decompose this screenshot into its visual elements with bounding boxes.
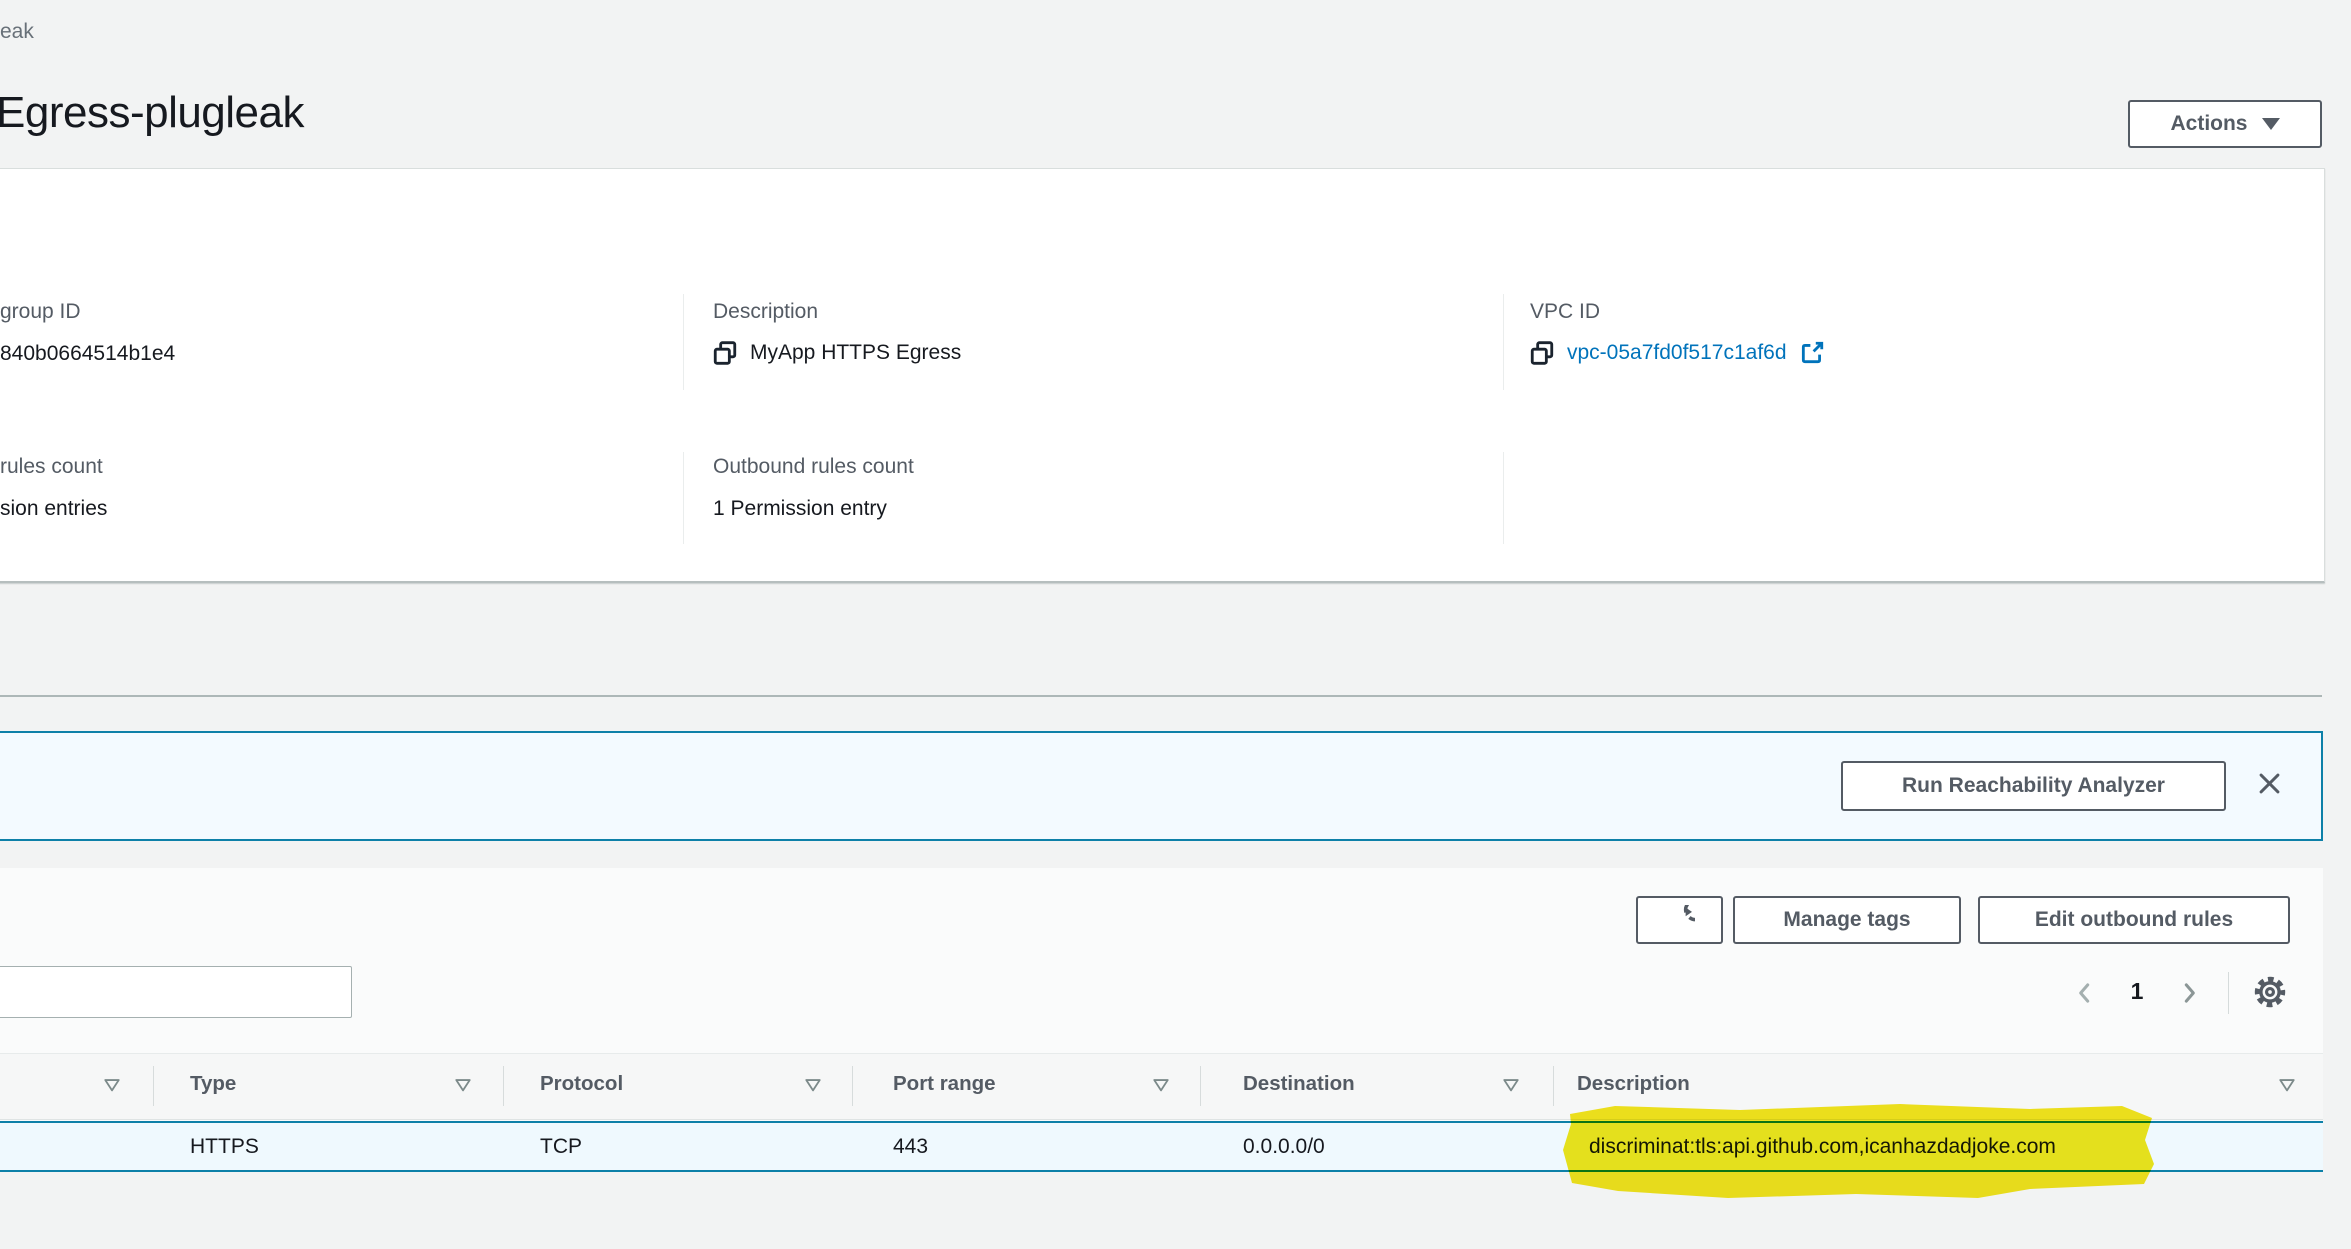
- manage-tags-button[interactable]: Manage tags: [1733, 896, 1961, 944]
- filter-icon[interactable]: [103, 1077, 121, 1093]
- cell-protocol: TCP: [540, 1135, 582, 1158]
- cell-destination: 0.0.0.0/0: [1243, 1135, 1325, 1158]
- divider: [683, 294, 684, 390]
- breadcrumb: eak: [0, 20, 34, 43]
- column-header-description[interactable]: Description: [1577, 1072, 1690, 1096]
- security-group-id-label: group ID: [0, 300, 81, 323]
- gear-icon[interactable]: [2254, 976, 2286, 1008]
- filter-icon[interactable]: [1502, 1077, 1520, 1093]
- actions-button[interactable]: Actions: [2128, 100, 2322, 148]
- divider: [1503, 452, 1504, 544]
- divider: [2228, 972, 2229, 1014]
- run-reachability-analyzer-button[interactable]: Run Reachability Analyzer: [1841, 761, 2226, 811]
- edit-outbound-rules-label: Edit outbound rules: [2034, 908, 2234, 931]
- cell-port-range: 443: [893, 1135, 929, 1158]
- description-label: Description: [713, 300, 819, 323]
- tabs-divider: [0, 695, 2322, 697]
- vpc-id-label: VPC ID: [1530, 300, 1601, 323]
- description-value: MyApp HTTPS Egress: [712, 340, 961, 366]
- inbound-rules-count-label: rules count: [0, 455, 103, 478]
- copy-icon[interactable]: [1529, 340, 1555, 366]
- details-panel: [0, 168, 2325, 583]
- column-header-destination[interactable]: Destination: [1243, 1072, 1355, 1096]
- cell-type: HTTPS: [190, 1135, 259, 1158]
- inbound-rules-count-value: sion entries: [0, 497, 108, 520]
- run-reachability-analyzer-label: Run Reachability Analyzer: [1902, 774, 2165, 797]
- divider: [503, 1066, 504, 1106]
- manage-tags-label: Manage tags: [1783, 908, 1911, 931]
- page-title: Egress-plugleak: [0, 88, 305, 137]
- filter-icon[interactable]: [804, 1077, 822, 1093]
- outbound-rules-count-value: 1 Permission entry: [713, 497, 887, 520]
- divider: [1503, 294, 1504, 390]
- divider: [683, 452, 684, 544]
- column-header-port-range[interactable]: Port range: [893, 1072, 996, 1096]
- divider: [1553, 1066, 1554, 1106]
- refresh-icon: [1665, 905, 1695, 935]
- column-header-type[interactable]: Type: [190, 1072, 236, 1096]
- description-text: MyApp HTTPS Egress: [750, 341, 962, 364]
- refresh-button[interactable]: [1636, 896, 1723, 944]
- close-icon[interactable]: [2256, 770, 2283, 797]
- actions-button-label: Actions: [2170, 112, 2248, 135]
- vpc-id-value: vpc-05a7fd0f517c1af6d: [1529, 340, 1825, 366]
- external-link-icon[interactable]: [1799, 340, 1825, 366]
- current-page-number[interactable]: 1: [2120, 978, 2154, 1005]
- edit-outbound-rules-button[interactable]: Edit outbound rules: [1978, 896, 2290, 944]
- caret-down-icon: [2261, 118, 2280, 130]
- column-header-protocol[interactable]: Protocol: [540, 1072, 623, 1096]
- security-group-id-value: 840b0664514b1e4: [0, 342, 176, 365]
- previous-page-icon[interactable]: [2072, 980, 2098, 1006]
- filter-rules-input[interactable]: [0, 966, 352, 1018]
- copy-icon[interactable]: [712, 340, 738, 366]
- aws-security-group-page: eak Egress-plugleak Actions group ID 840…: [0, 0, 2351, 1249]
- divider: [852, 1066, 853, 1106]
- filter-icon[interactable]: [1152, 1077, 1170, 1093]
- filter-icon[interactable]: [2278, 1077, 2296, 1093]
- divider: [153, 1066, 154, 1106]
- vpc-link[interactable]: vpc-05a7fd0f517c1af6d: [1567, 341, 1787, 365]
- outbound-rules-count-label: Outbound rules count: [713, 455, 914, 478]
- divider: [1200, 1066, 1201, 1106]
- next-page-icon[interactable]: [2176, 980, 2202, 1006]
- cell-description: discriminat:tls:api.github.com,icanhazda…: [1589, 1135, 2056, 1158]
- filter-icon[interactable]: [454, 1077, 472, 1093]
